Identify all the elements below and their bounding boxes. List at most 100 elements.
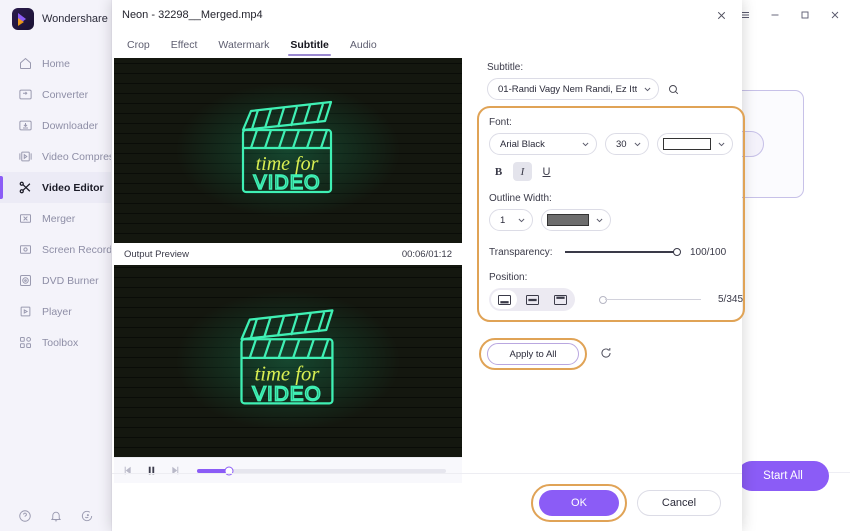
subtitle-dialog: Neon - 32298__Merged.mp4 Crop Effect Wat… [112, 0, 745, 531]
screen-recorder-icon [18, 242, 33, 257]
window-titlebar [730, 0, 850, 30]
sidebar-item-home[interactable]: Home [0, 48, 111, 79]
start-all-button[interactable]: Start All [737, 461, 829, 491]
transparency-value: 100/100 [690, 246, 727, 258]
transparency-label: Transparency: [489, 246, 553, 258]
sidebar-item-label: Screen Recorder [42, 243, 111, 256]
ok-button[interactable]: OK [539, 490, 619, 516]
position-row: 5/345 [489, 288, 743, 311]
font-family-select[interactable]: Arial Black [489, 133, 597, 155]
output-preview-video[interactable]: time for VIDEO [114, 265, 462, 457]
outline-row: 1 [489, 209, 743, 231]
subtitle-select[interactable]: 01-Randi Vagy Nem Randi, Ez Itt A Ké [487, 78, 659, 100]
chevron-down-icon [711, 140, 726, 149]
notification-bell-icon[interactable] [49, 509, 63, 523]
position-track [605, 298, 701, 301]
brand-name: Wondershare UniConverter [42, 13, 111, 25]
search-icon[interactable] [667, 83, 680, 96]
downloader-icon [18, 118, 33, 133]
font-label: Font: [489, 117, 512, 128]
sidebar-nav: Home Converter Downloader Video Compress… [0, 48, 111, 358]
sidebar-item-player[interactable]: Player [0, 296, 111, 327]
maximize-icon[interactable] [790, 0, 820, 30]
sidebar-item-label: Merger [42, 212, 76, 225]
tab-effect[interactable]: Effect [171, 39, 198, 56]
subtitle-row: 01-Randi Vagy Nem Randi, Ez Itt A Ké [487, 78, 742, 100]
neon-clapperboard-graphic: time for VIDEO [211, 300, 366, 422]
position-middle-icon[interactable] [519, 290, 545, 309]
italic-button[interactable]: I [513, 162, 532, 181]
feedback-icon[interactable] [80, 509, 94, 523]
outline-width-label: Outline Width: [489, 193, 552, 204]
merger-icon [18, 211, 33, 226]
sidebar: Wondershare UniConverter Home Converter … [0, 0, 112, 531]
dialog-titlebar: Neon - 32298__Merged.mp4 [112, 0, 742, 30]
font-color-swatch [663, 138, 711, 150]
subtitle-value: 01-Randi Vagy Nem Randi, Ez Itt A Ké [498, 83, 637, 95]
minimize-icon[interactable] [760, 0, 790, 30]
sidebar-item-video-editor[interactable]: Video Editor [0, 172, 111, 203]
help-icon[interactable] [18, 509, 32, 523]
font-size-value: 30 [616, 138, 627, 150]
chevron-down-icon [637, 85, 652, 94]
sidebar-item-label: Video Compressor [42, 150, 111, 163]
outline-color-swatch [547, 214, 589, 226]
sidebar-item-converter[interactable]: Converter [0, 79, 111, 110]
outline-color-select[interactable] [541, 209, 611, 231]
playback-progress-slider[interactable] [197, 466, 446, 475]
preview-timestamp: 00:06/01:12 [401, 248, 452, 260]
reset-icon[interactable] [599, 346, 613, 360]
transparency-slider[interactable] [565, 245, 681, 259]
position-slider[interactable] [599, 293, 701, 307]
outline-width-value: 1 [500, 214, 506, 226]
font-settings-panel: Font: Arial Black 30 B I U Outline Width… [477, 106, 745, 322]
underline-button[interactable]: U [537, 162, 556, 181]
wondershare-logo-icon [12, 8, 34, 30]
sidebar-item-toolbox[interactable]: Toolbox [0, 327, 111, 358]
position-bottom-icon[interactable] [491, 290, 517, 309]
font-size-select[interactable]: 30 [605, 133, 649, 155]
preview-column: time for VIDEO Output Preview 00:06/01:1… [114, 58, 462, 483]
tab-watermark[interactable]: Watermark [218, 39, 269, 56]
apply-to-all-button[interactable]: Apply to All [487, 343, 579, 365]
dialog-footer: OK Cancel [112, 473, 742, 531]
tab-crop[interactable]: Crop [127, 39, 150, 56]
home-icon [18, 56, 33, 71]
sidebar-item-merger[interactable]: Merger [0, 203, 111, 234]
apply-to-all-highlight: Apply to All [479, 338, 587, 370]
tab-audio[interactable]: Audio [350, 39, 377, 56]
sidebar-item-video-compressor[interactable]: Video Compressor [0, 141, 111, 172]
bold-button[interactable]: B [489, 162, 508, 181]
sidebar-item-downloader[interactable]: Downloader [0, 110, 111, 141]
sidebar-item-screen-recorder[interactable]: Screen Recorder [0, 234, 111, 265]
dialog-title: Neon - 32298__Merged.mp4 [122, 9, 263, 21]
converter-icon [18, 87, 33, 102]
chevron-down-icon [511, 216, 526, 225]
tab-subtitle[interactable]: Subtitle [288, 39, 331, 56]
dvd-burner-icon [18, 273, 33, 288]
source-preview-video[interactable]: time for VIDEO [114, 58, 462, 243]
sidebar-item-label: DVD Burner [42, 274, 99, 287]
sidebar-bottom-icons [0, 509, 112, 523]
outline-width-select[interactable]: 1 [489, 209, 533, 231]
sidebar-item-dvd-burner[interactable]: DVD Burner [0, 265, 111, 296]
dialog-tabs: Crop Effect Watermark Subtitle Audio [112, 30, 742, 56]
font-color-select[interactable] [657, 133, 733, 155]
subtitle-settings: Subtitle: 01-Randi Vagy Nem Randi, Ez It… [469, 58, 745, 531]
cancel-button[interactable]: Cancel [637, 490, 721, 516]
transparency-knob[interactable] [673, 248, 681, 256]
close-icon[interactable] [820, 0, 850, 30]
position-button-group [489, 288, 575, 311]
position-top-icon[interactable] [547, 290, 573, 309]
dialog-body: time for VIDEO Output Preview 00:06/01:1… [112, 58, 745, 531]
chevron-down-icon [589, 216, 604, 225]
ok-highlight: OK [531, 484, 627, 522]
transparency-row: Transparency: 100/100 [489, 245, 743, 259]
scissors-icon [18, 180, 33, 195]
close-icon[interactable] [710, 4, 732, 26]
position-label: Position: [489, 272, 528, 283]
sidebar-item-label: Home [42, 57, 71, 70]
neon-clapperboard-graphic: time for VIDEO [213, 92, 363, 210]
brand: Wondershare UniConverter [0, 0, 111, 38]
text-style-group: B I U [489, 162, 743, 181]
